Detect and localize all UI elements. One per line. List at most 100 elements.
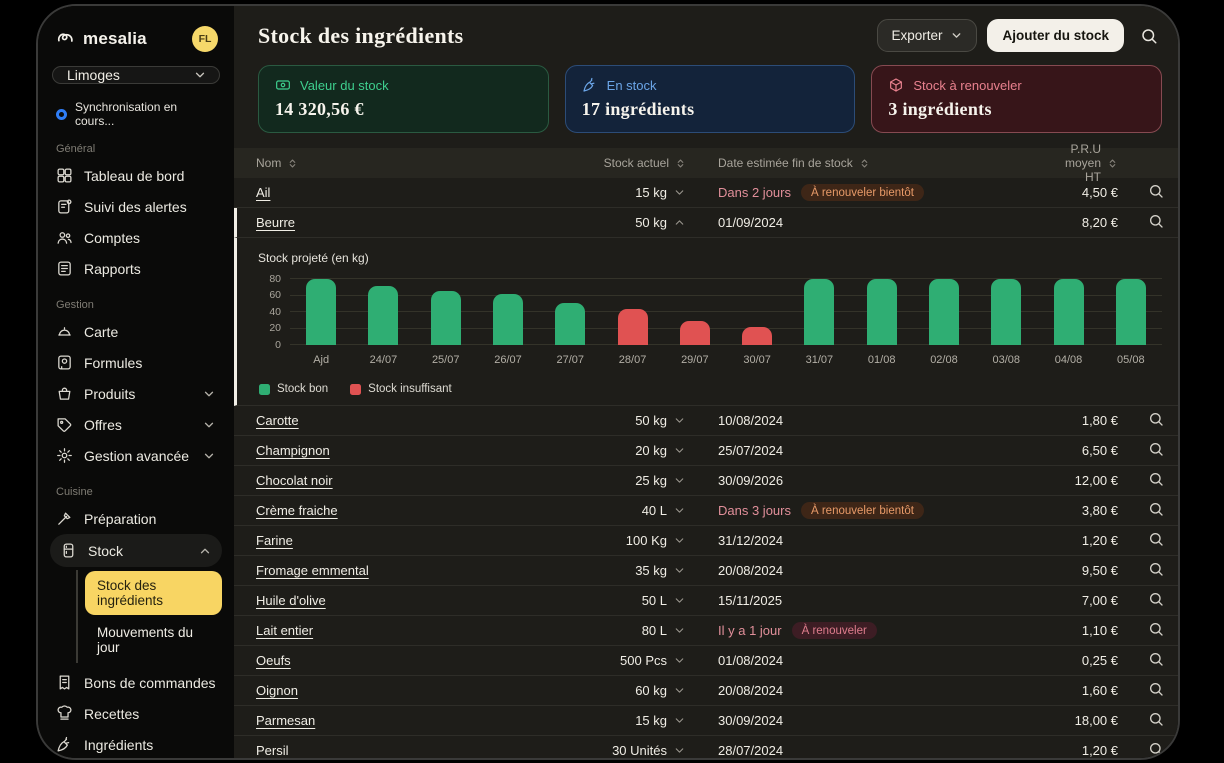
ingredient-name-link[interactable]: Ail	[256, 185, 586, 200]
chart-legend-item: Stock insuffisant	[350, 383, 452, 395]
row-search-button[interactable]	[1118, 681, 1164, 700]
add-stock-button[interactable]: Ajouter du stock	[987, 19, 1124, 52]
ingredient-name-link[interactable]: Farine	[256, 533, 586, 548]
sidebar-item-produits[interactable]: Produits	[50, 378, 222, 409]
row-search-button[interactable]	[1118, 411, 1164, 430]
sidebar-item-offres[interactable]: Offres	[50, 409, 222, 440]
stock-quantity-select[interactable]: 50 L	[586, 593, 686, 608]
table-row[interactable]: Huile d'olive50 L15/11/20257,00 €	[234, 586, 1178, 616]
table-body: Ail15 kgDans 2 joursÀ renouveler bientôt…	[234, 178, 1178, 758]
sidebar-item-carte[interactable]: Carte	[50, 316, 222, 347]
chart-bar	[368, 286, 398, 345]
table-row[interactable]: Carotte50 kg10/08/20241,80 €	[234, 406, 1178, 436]
row-search-button[interactable]	[1118, 711, 1164, 730]
sidebar-item-bons-de-commandes[interactable]: Bons de commandes	[50, 667, 222, 698]
chart-bar	[742, 327, 772, 345]
section-label-gestion: Gestion	[56, 299, 216, 311]
ingredient-name-link[interactable]: Huile d'olive	[256, 593, 586, 608]
stock-quantity-select[interactable]: 15 kg	[586, 185, 686, 200]
sidebar-item-recettes[interactable]: Recettes	[50, 698, 222, 729]
stock-quantity-select[interactable]: 80 L	[586, 623, 686, 638]
ingredient-name-link[interactable]: Fromage emmental	[256, 563, 586, 578]
stock-quantity-select[interactable]: 100 Kg	[586, 533, 686, 548]
sidebar-item-ingredients[interactable]: Ingrédients	[50, 729, 222, 758]
row-search-button[interactable]	[1118, 591, 1164, 610]
row-search-button[interactable]	[1118, 531, 1164, 550]
table-row[interactable]: Champignon20 kg25/07/20246,50 €	[234, 436, 1178, 466]
sidebar-item-suivi-des-alertes[interactable]: Suivi des alertes	[50, 191, 222, 222]
row-search-button[interactable]	[1118, 471, 1164, 490]
ingredient-name-link[interactable]: Beurre	[256, 215, 586, 230]
stock-quantity-select[interactable]: 40 L	[586, 503, 686, 518]
chart-bar	[306, 279, 336, 345]
avatar[interactable]: FL	[192, 26, 218, 52]
ingredient-name-link[interactable]: Oignon	[256, 683, 586, 698]
tag-icon	[56, 416, 73, 433]
sidebar-item-gestion-avancee[interactable]: Gestion avancée	[50, 440, 222, 471]
ingredient-name-link[interactable]: Oeufs	[256, 653, 586, 668]
table-row[interactable]: Oignon60 kg20/08/20241,60 €	[234, 676, 1178, 706]
table-row[interactable]: Oeufs500 Pcs01/08/20240,25 €	[234, 646, 1178, 676]
sidebar-item-rapports[interactable]: Rapports	[50, 253, 222, 284]
column-header-stock-actuel[interactable]: Stock actuel	[604, 156, 686, 170]
stat-card-label: Stock à renouveler	[913, 78, 1021, 93]
row-search-button[interactable]	[1118, 183, 1164, 202]
ingredient-name-link[interactable]: Persil	[256, 743, 586, 758]
stock-quantity-select[interactable]: 30 Unités	[586, 743, 686, 758]
stock-quantity-select[interactable]: 500 Pcs	[586, 653, 686, 668]
table-row[interactable]: Chocolat noir25 kg30/09/202612,00 €	[234, 466, 1178, 496]
ingredient-name-link[interactable]: Lait entier	[256, 623, 586, 638]
unit-price: 12,00 €	[1058, 473, 1118, 488]
end-of-stock-date: 31/12/2024	[718, 533, 783, 548]
status-badge: À renouveler bientôt	[801, 184, 924, 201]
stock-quantity-select[interactable]: 20 kg	[586, 443, 686, 458]
row-search-button[interactable]	[1118, 441, 1164, 460]
column-header-nom[interactable]: Nom	[256, 156, 298, 170]
stock-quantity-select[interactable]: 35 kg	[586, 563, 686, 578]
column-header-date[interactable]: Date estimée fin de stock	[718, 156, 870, 170]
topbar-actions: Exporter Ajouter du stock	[877, 19, 1162, 52]
end-of-stock-date: 01/08/2024	[718, 653, 783, 668]
table-row[interactable]: Persil30 Unités28/07/20241,20 €	[234, 736, 1178, 758]
export-button[interactable]: Exporter	[877, 19, 977, 52]
row-search-button[interactable]	[1118, 501, 1164, 520]
chevron-down-icon	[673, 564, 686, 577]
sidebar-subitem-stock-des-ingredients[interactable]: Stock des ingrédients	[85, 571, 222, 615]
chevron-down-icon	[673, 714, 686, 727]
table-row[interactable]: Farine100 Kg31/12/20241,20 €	[234, 526, 1178, 556]
table-row[interactable]: Beurre50 kg01/09/20248,20 €	[234, 208, 1178, 238]
row-search-button[interactable]	[1118, 621, 1164, 640]
table-row[interactable]: Fromage emmental35 kg20/08/20249,50 €	[234, 556, 1178, 586]
chevron-down-icon	[950, 29, 963, 42]
ingredient-name-link[interactable]: Crème fraiche	[256, 503, 586, 518]
row-search-button[interactable]	[1118, 561, 1164, 580]
table-row[interactable]: Ail15 kgDans 2 joursÀ renouveler bientôt…	[234, 178, 1178, 208]
sidebar-subitem-mouvements-du-jour[interactable]: Mouvements du jour	[85, 618, 222, 662]
table-row[interactable]: Lait entier80 LIl y a 1 jourÀ renouveler…	[234, 616, 1178, 646]
sidebar-item-formules[interactable]: Formules	[50, 347, 222, 378]
ingredient-name-link[interactable]: Parmesan	[256, 713, 586, 728]
chart-x-label: 26/07	[477, 354, 539, 366]
table-row[interactable]: Parmesan15 kg30/09/202418,00 €	[234, 706, 1178, 736]
row-search-button[interactable]	[1118, 651, 1164, 670]
global-search-button[interactable]	[1136, 23, 1162, 49]
chevron-down-icon	[673, 594, 686, 607]
table-row[interactable]: Crème fraiche40 LDans 3 joursÀ renouvele…	[234, 496, 1178, 526]
stock-quantity-select[interactable]: 15 kg	[586, 713, 686, 728]
sidebar-item-preparation[interactable]: Préparation	[50, 503, 222, 534]
ingredient-name-link[interactable]: Carotte	[256, 413, 586, 428]
ingredient-name-link[interactable]: Chocolat noir	[256, 473, 586, 488]
sidebar-item-tableau-de-bord[interactable]: Tableau de bord	[50, 160, 222, 191]
sidebar-item-comptes[interactable]: Comptes	[50, 222, 222, 253]
ingredient-name-link[interactable]: Champignon	[256, 443, 586, 458]
location-select[interactable]: Limoges	[52, 66, 220, 84]
row-search-button[interactable]	[1118, 741, 1164, 758]
stock-quantity-select[interactable]: 25 kg	[586, 473, 686, 488]
row-search-button[interactable]	[1118, 213, 1164, 232]
chart-x-label: 03/08	[975, 354, 1037, 366]
sidebar-item-stock[interactable]: Stock	[50, 534, 222, 567]
stock-quantity-select[interactable]: 60 kg	[586, 683, 686, 698]
stock-quantity-select[interactable]: 50 kg	[586, 215, 686, 230]
chart-x-label: 05/08	[1100, 354, 1162, 366]
stock-quantity-select[interactable]: 50 kg	[586, 413, 686, 428]
